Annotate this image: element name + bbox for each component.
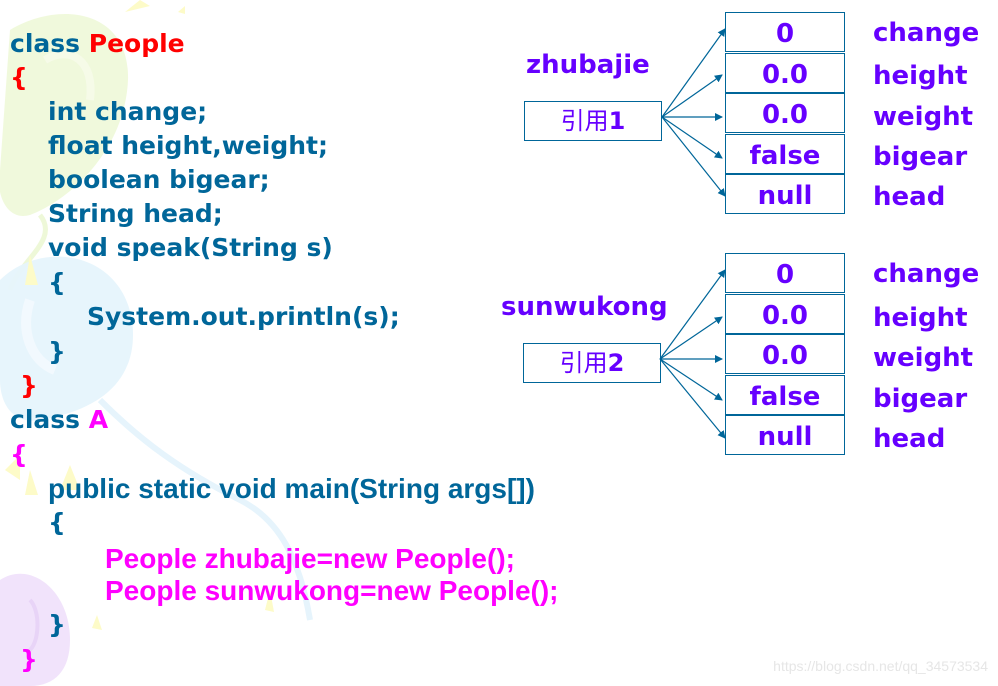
arrow-to-head: [659, 358, 726, 439]
arrow-to-head: [661, 116, 726, 197]
memory-diagram: zhubajie 引用1 0 0.0 0.0 false null change…: [0, 0, 998, 686]
arrow-to-height: [661, 74, 723, 118]
arrows-zhubajie: [661, 28, 726, 197]
arrow-to-bigear: [659, 358, 723, 401]
watermark-text: https://blog.csdn.net/qq_34573534: [773, 658, 988, 674]
arrow-to-height: [659, 316, 723, 360]
arrows-sunwukong: [659, 269, 726, 439]
arrow-to-change: [659, 269, 726, 360]
arrow-to-change: [661, 28, 726, 118]
arrow-to-bigear: [661, 116, 723, 159]
reference-arrows: [659, 28, 726, 439]
